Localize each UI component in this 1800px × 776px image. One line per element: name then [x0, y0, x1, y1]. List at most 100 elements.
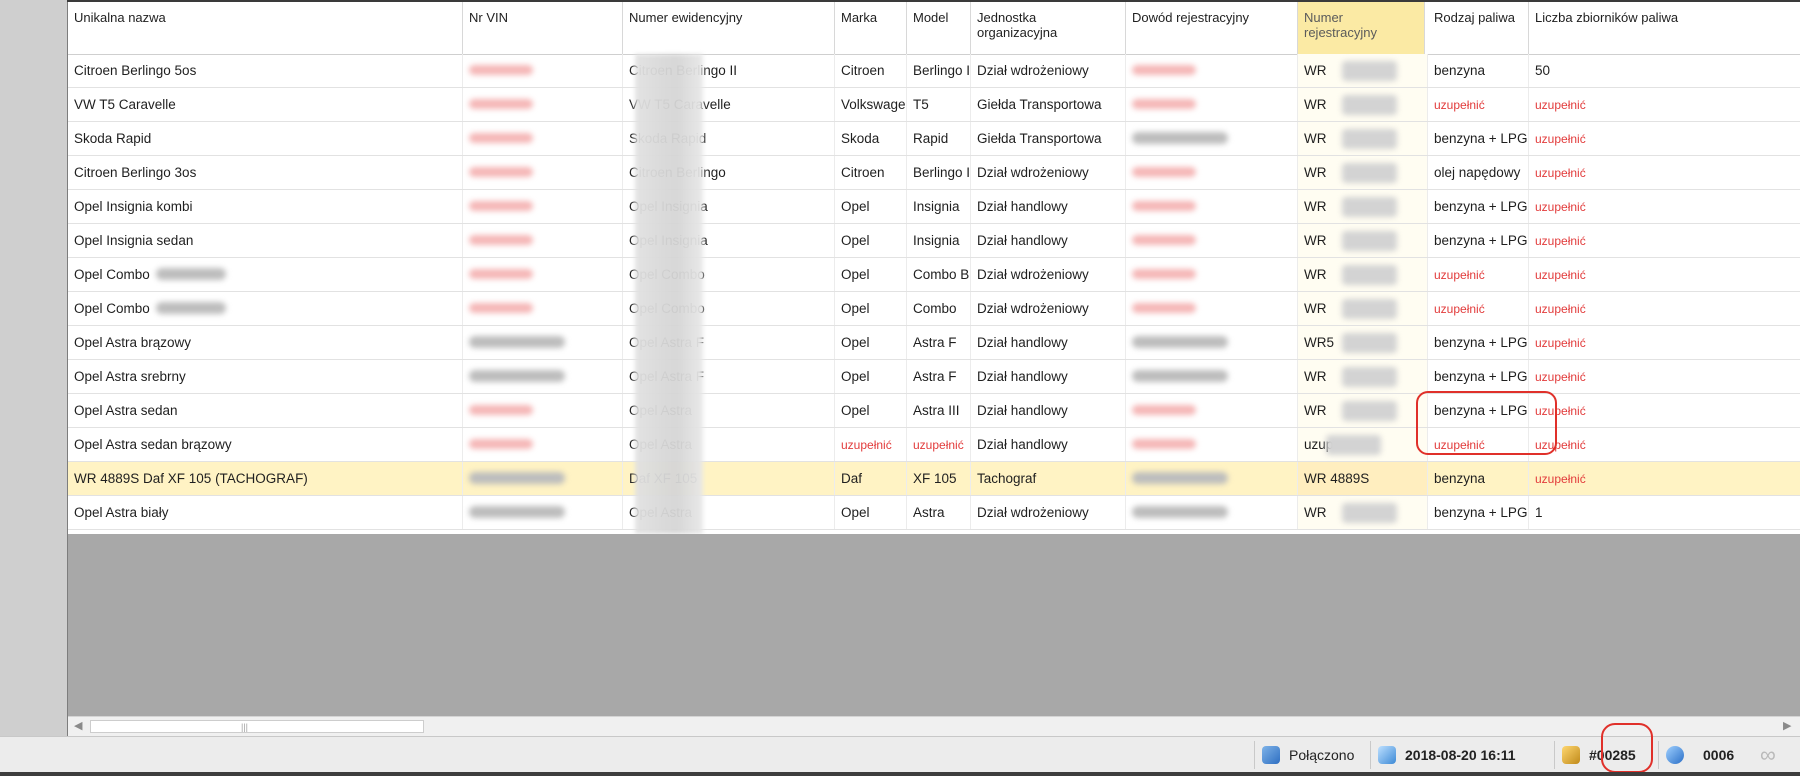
- column-header-unit[interactable]: Jednostka organizacyjna: [971, 2, 1126, 54]
- table-row[interactable]: Skoda RapidSkoda RapidSkodaRapidGiełda T…: [68, 122, 1800, 156]
- cell-doc[interactable]: [1126, 156, 1298, 189]
- table-row[interactable]: VW T5 CaravelleVW T5 CaravelleVolkswagen…: [68, 88, 1800, 122]
- cell-reg[interactable]: WR: [1298, 88, 1428, 121]
- cell-name[interactable]: WR 4889S Daf XF 105 (TACHOGRAF): [68, 462, 463, 495]
- cell-vin[interactable]: [463, 496, 623, 529]
- scroll-left-arrow-icon[interactable]: ◀: [74, 719, 82, 732]
- cell-name[interactable]: Opel Astra sedan brązowy: [68, 428, 463, 461]
- cell-model[interactable]: Insignia: [907, 190, 971, 223]
- cell-doc[interactable]: [1126, 292, 1298, 325]
- cell-name[interactable]: Opel Insignia sedan: [68, 224, 463, 257]
- cell-doc[interactable]: [1126, 224, 1298, 257]
- cell-fuel[interactable]: olej napędowy: [1428, 156, 1529, 189]
- table-row[interactable]: Opel Insignia kombiOpel InsigniaOpelInsi…: [68, 190, 1800, 224]
- cell-name[interactable]: VW T5 Caravelle: [68, 88, 463, 121]
- table-row[interactable]: Opel Astra srebrnyOpel Astra FOpelAstra …: [68, 360, 1800, 394]
- table-row[interactable]: Citroen Berlingo 3osCitroen BerlingoCitr…: [68, 156, 1800, 190]
- cell-name[interactable]: Opel Astra sedan: [68, 394, 463, 427]
- cell-unit[interactable]: Dział wdrożeniowy: [971, 156, 1126, 189]
- column-header-fuel[interactable]: Rodzaj paliwa: [1428, 2, 1529, 54]
- cell-fuel[interactable]: benzyna + LPG: [1428, 496, 1529, 529]
- cell-model[interactable]: Combo B: [907, 258, 971, 291]
- cell-tanks[interactable]: uzupełnić: [1529, 190, 1800, 223]
- cell-name[interactable]: Opel Combo: [68, 292, 463, 325]
- cell-unit[interactable]: Dział handlowy: [971, 224, 1126, 257]
- cell-name[interactable]: Opel Astra srebrny: [68, 360, 463, 393]
- cell-fuel[interactable]: benzyna + LPG: [1428, 326, 1529, 359]
- cell-model[interactable]: Astra F: [907, 360, 971, 393]
- cell-reg[interactable]: WR5: [1298, 326, 1428, 359]
- cell-make[interactable]: uzupełnić: [835, 428, 907, 461]
- cell-tanks[interactable]: uzupełnić: [1529, 224, 1800, 257]
- table-row[interactable]: Opel Insignia sedanOpel InsigniaOpelInsi…: [68, 224, 1800, 258]
- cell-vin[interactable]: [463, 88, 623, 121]
- cell-tanks[interactable]: uzupełnić: [1529, 428, 1800, 461]
- cell-name[interactable]: Citroen Berlingo 5os: [68, 54, 463, 87]
- cell-fuel[interactable]: benzyna: [1428, 54, 1529, 87]
- table-row[interactable]: Opel Astra brązowyOpel Astra FOpelAstra …: [68, 326, 1800, 360]
- cell-fuel[interactable]: uzupełnić: [1428, 292, 1529, 325]
- cell-doc[interactable]: [1126, 394, 1298, 427]
- cell-unit[interactable]: Giełda Transportowa: [971, 122, 1126, 155]
- cell-make[interactable]: Opel: [835, 292, 907, 325]
- cell-name[interactable]: Skoda Rapid: [68, 122, 463, 155]
- cell-fuel[interactable]: benzyna + LPG: [1428, 360, 1529, 393]
- cell-unit[interactable]: Dział wdrożeniowy: [971, 258, 1126, 291]
- cell-make[interactable]: Opel: [835, 258, 907, 291]
- cell-name[interactable]: Opel Combo: [68, 258, 463, 291]
- cell-doc[interactable]: [1126, 462, 1298, 495]
- column-header-name[interactable]: Unikalna nazwa: [68, 2, 463, 54]
- cell-unit[interactable]: Dział wdrożeniowy: [971, 54, 1126, 87]
- cell-vin[interactable]: [463, 54, 623, 87]
- cell-unit[interactable]: Giełda Transportowa: [971, 88, 1126, 121]
- cell-reg[interactable]: WR: [1298, 190, 1428, 223]
- cell-vin[interactable]: [463, 224, 623, 257]
- cell-doc[interactable]: [1126, 54, 1298, 87]
- cell-make[interactable]: Opel: [835, 360, 907, 393]
- cell-unit[interactable]: Dział handlowy: [971, 428, 1126, 461]
- cell-reg[interactable]: uzup: [1298, 428, 1428, 461]
- cell-reg[interactable]: WR 4889S: [1298, 462, 1428, 495]
- cell-model[interactable]: Rapid: [907, 122, 971, 155]
- cell-tanks[interactable]: uzupełnić: [1529, 326, 1800, 359]
- cell-name[interactable]: Opel Astra biały: [68, 496, 463, 529]
- table-row[interactable]: WR 4889S Daf XF 105 (TACHOGRAF) Daf XF 10…: [68, 462, 1800, 496]
- column-header-reg[interactable]: Numer rejestracyjny: [1298, 2, 1425, 54]
- cell-model[interactable]: uzupełnić: [907, 428, 971, 461]
- cell-tanks[interactable]: uzupełnić: [1529, 88, 1800, 121]
- cell-make[interactable]: Opel: [835, 326, 907, 359]
- column-header-model[interactable]: Model: [907, 2, 971, 54]
- cell-make[interactable]: Opel: [835, 394, 907, 427]
- cell-vin[interactable]: [463, 156, 623, 189]
- cell-vin[interactable]: [463, 190, 623, 223]
- cell-model[interactable]: T5: [907, 88, 971, 121]
- cell-tanks[interactable]: uzupełnić: [1529, 394, 1800, 427]
- cell-tanks[interactable]: uzupełnić: [1529, 122, 1800, 155]
- cell-unit[interactable]: Dział handlowy: [971, 394, 1126, 427]
- table-row[interactable]: Opel Astra białyOpel AstraOpelAstraDział…: [68, 496, 1800, 530]
- cell-doc[interactable]: [1126, 88, 1298, 121]
- cell-vin[interactable]: [463, 428, 623, 461]
- cell-doc[interactable]: [1126, 122, 1298, 155]
- cell-doc[interactable]: [1126, 258, 1298, 291]
- cell-fuel[interactable]: uzupełnić: [1428, 258, 1529, 291]
- cell-tanks[interactable]: 50: [1529, 54, 1800, 87]
- column-header-tanks[interactable]: Liczba zbiorników paliwa: [1529, 2, 1800, 54]
- cell-fuel[interactable]: benzyna + LPG: [1428, 122, 1529, 155]
- cell-make[interactable]: Citroen: [835, 156, 907, 189]
- cell-model[interactable]: Astra III: [907, 394, 971, 427]
- column-header-ev[interactable]: Numer ewidencyjny: [623, 2, 835, 54]
- cell-make[interactable]: Opel: [835, 224, 907, 257]
- cell-model[interactable]: Insignia: [907, 224, 971, 257]
- cell-unit[interactable]: Tachograf: [971, 462, 1126, 495]
- cell-reg[interactable]: WR: [1298, 156, 1428, 189]
- cell-make[interactable]: Opel: [835, 496, 907, 529]
- cell-make[interactable]: Daf: [835, 462, 907, 495]
- cell-reg[interactable]: WR: [1298, 122, 1428, 155]
- cell-unit[interactable]: Dział wdrożeniowy: [971, 292, 1126, 325]
- cell-reg[interactable]: WR: [1298, 496, 1428, 529]
- table-row[interactable]: Citroen Berlingo 5osCitroen Berlingo IIC…: [68, 54, 1800, 88]
- cell-unit[interactable]: Dział handlowy: [971, 190, 1126, 223]
- table-row[interactable]: Opel ComboOpel ComboOpelComboDział wdroż…: [68, 292, 1800, 326]
- cell-tanks[interactable]: uzupełnić: [1529, 462, 1800, 495]
